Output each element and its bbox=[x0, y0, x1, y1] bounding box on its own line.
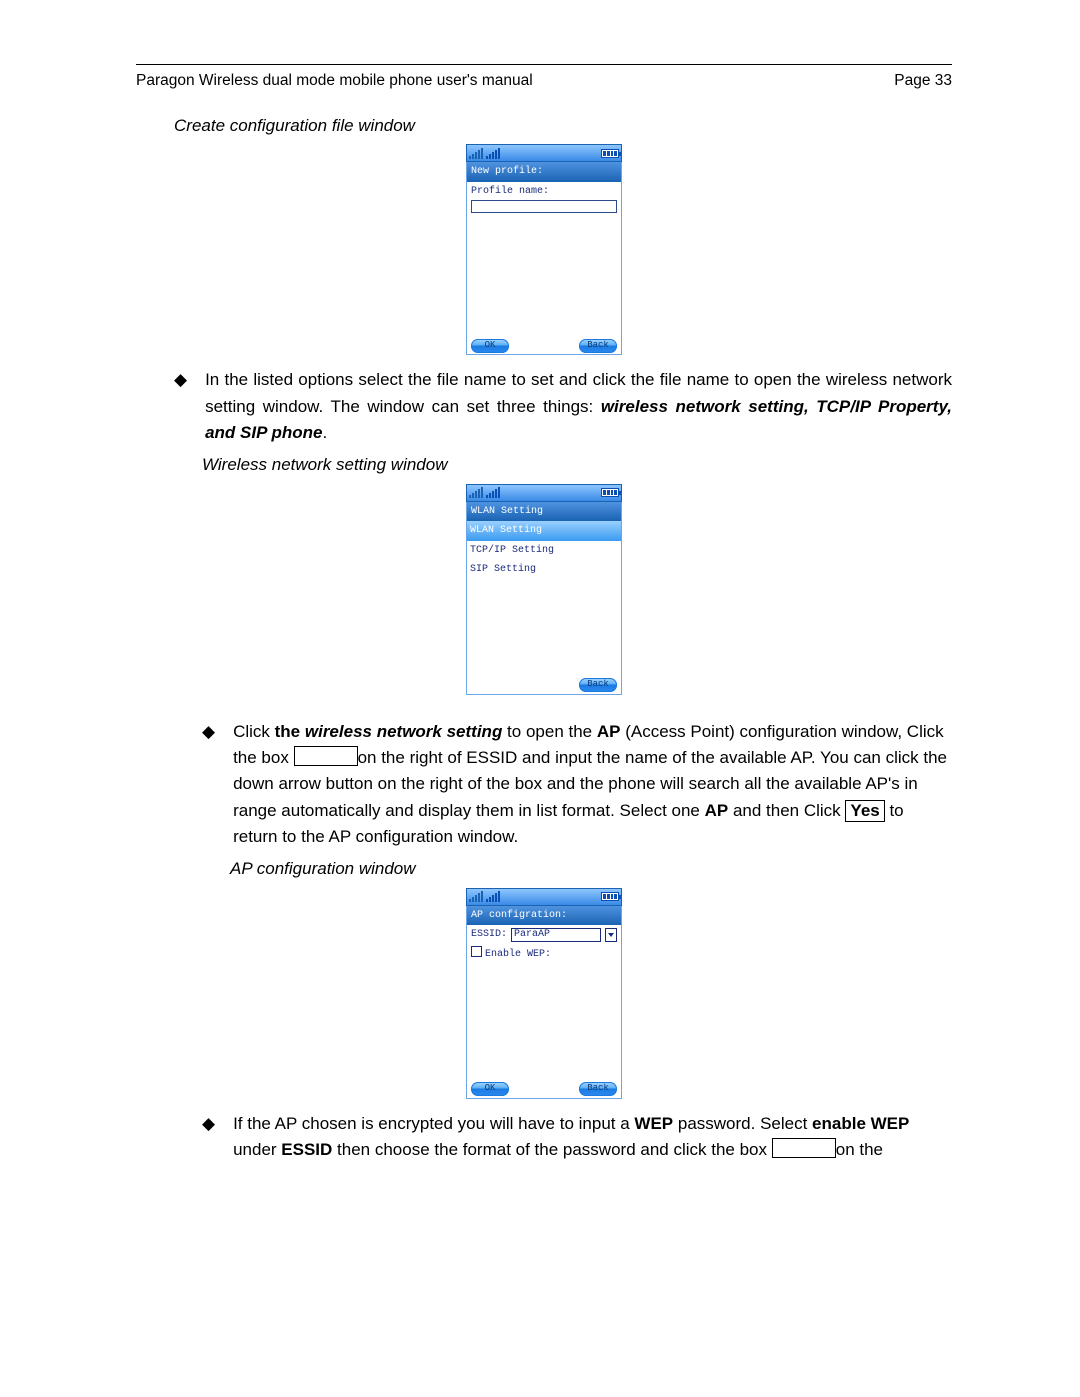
figure-wlan-setting: WLAN Setting WLAN Setting TCP/IP Setting… bbox=[136, 485, 952, 695]
phone-screenshot-wlan: WLAN Setting WLAN Setting TCP/IP Setting… bbox=[466, 485, 622, 695]
header-title: Paragon Wireless dual mode mobile phone … bbox=[136, 69, 533, 93]
inline-textbox-icon[interactable] bbox=[772, 1138, 836, 1158]
figure-ap-config: AP configration: ESSID: ParaAP Enable WE… bbox=[136, 889, 952, 1099]
para2-text-c: to open the bbox=[502, 722, 597, 741]
bullet-2: ◆ Click the wireless network setting to … bbox=[202, 719, 952, 851]
wifi-signal-icon bbox=[486, 891, 500, 902]
para1-text-c: . bbox=[323, 423, 328, 442]
para2-ap: AP bbox=[597, 722, 621, 741]
status-bar bbox=[466, 888, 622, 906]
battery-icon bbox=[601, 488, 619, 497]
enable-wep-label: Enable WEP: bbox=[485, 949, 551, 960]
caption-wlan-setting: Wireless network setting window bbox=[202, 452, 952, 478]
para2-ap2: AP bbox=[705, 801, 729, 820]
diamond-bullet-icon: ◆ bbox=[202, 1111, 215, 1164]
status-bar bbox=[466, 144, 622, 162]
figure-create-config: New profile: Profile name: OK Back bbox=[136, 145, 952, 355]
wifi-signal-icon bbox=[486, 148, 500, 159]
para3-text-g: then choose the format of the password a… bbox=[332, 1140, 771, 1159]
essid-input[interactable]: ParaAP bbox=[511, 928, 601, 942]
para3-text-e: under bbox=[233, 1140, 281, 1159]
header-page-number: Page 33 bbox=[894, 69, 952, 93]
signal-icon bbox=[469, 891, 483, 902]
bullet-3: ◆ If the AP chosen is encrypted you will… bbox=[202, 1111, 952, 1164]
essid-label: ESSID: bbox=[471, 927, 507, 943]
diamond-bullet-icon: ◆ bbox=[174, 367, 187, 446]
inline-textbox-icon[interactable] bbox=[294, 746, 358, 766]
screen-title: WLAN Setting bbox=[467, 502, 621, 522]
profile-name-label: Profile name: bbox=[471, 184, 617, 200]
para2-the: the bbox=[275, 722, 305, 741]
para2-emphasis: wireless network setting bbox=[305, 722, 502, 741]
para3-text-h: on the bbox=[836, 1140, 883, 1159]
diamond-bullet-icon: ◆ bbox=[202, 719, 215, 851]
menu-sip-setting[interactable]: SIP Setting bbox=[467, 560, 621, 580]
softkey-back[interactable]: Back bbox=[579, 339, 617, 353]
wifi-signal-icon bbox=[486, 487, 500, 498]
para3-enable-wep: enable WEP bbox=[812, 1114, 909, 1133]
essid-dropdown-icon[interactable] bbox=[605, 928, 617, 942]
screen-title: AP configration: bbox=[467, 906, 621, 926]
signal-icon bbox=[469, 487, 483, 498]
para3-essid: ESSID bbox=[281, 1140, 332, 1159]
enable-wep-checkbox[interactable] bbox=[471, 946, 482, 957]
yes-button-ref: Yes bbox=[845, 800, 884, 822]
softkey-ok[interactable]: OK bbox=[471, 1082, 509, 1096]
signal-icon bbox=[469, 148, 483, 159]
menu-wlan-setting[interactable]: WLAN Setting bbox=[467, 521, 621, 541]
document-page: Paragon Wireless dual mode mobile phone … bbox=[0, 0, 1080, 1397]
battery-icon bbox=[601, 149, 619, 158]
para3-text-a: If the AP chosen is encrypted you will h… bbox=[233, 1114, 634, 1133]
menu-tcpip-setting[interactable]: TCP/IP Setting bbox=[467, 541, 621, 561]
para3-text-c: password. Select bbox=[673, 1114, 812, 1133]
header-rule bbox=[136, 64, 952, 65]
softkey-back[interactable]: Back bbox=[579, 678, 617, 692]
screen-title: New profile: bbox=[467, 162, 621, 182]
caption-create-config: Create configuration file window bbox=[174, 113, 952, 139]
battery-icon bbox=[601, 892, 619, 901]
page-header: Paragon Wireless dual mode mobile phone … bbox=[136, 69, 952, 93]
para2-text-h: and then Click bbox=[728, 801, 845, 820]
phone-screenshot-create: New profile: Profile name: OK Back bbox=[466, 145, 622, 355]
para3-wep: WEP bbox=[634, 1114, 673, 1133]
profile-name-input[interactable] bbox=[471, 200, 617, 213]
status-bar bbox=[466, 484, 622, 502]
softkey-ok[interactable]: OK bbox=[471, 339, 509, 353]
bullet-1: ◆ In the listed options select the file … bbox=[174, 367, 952, 446]
softkey-back[interactable]: Back bbox=[579, 1082, 617, 1096]
caption-ap-config: AP configuration window bbox=[230, 856, 952, 882]
phone-screenshot-ap: AP configration: ESSID: ParaAP Enable WE… bbox=[466, 889, 622, 1099]
para2-text: Click bbox=[233, 722, 275, 741]
